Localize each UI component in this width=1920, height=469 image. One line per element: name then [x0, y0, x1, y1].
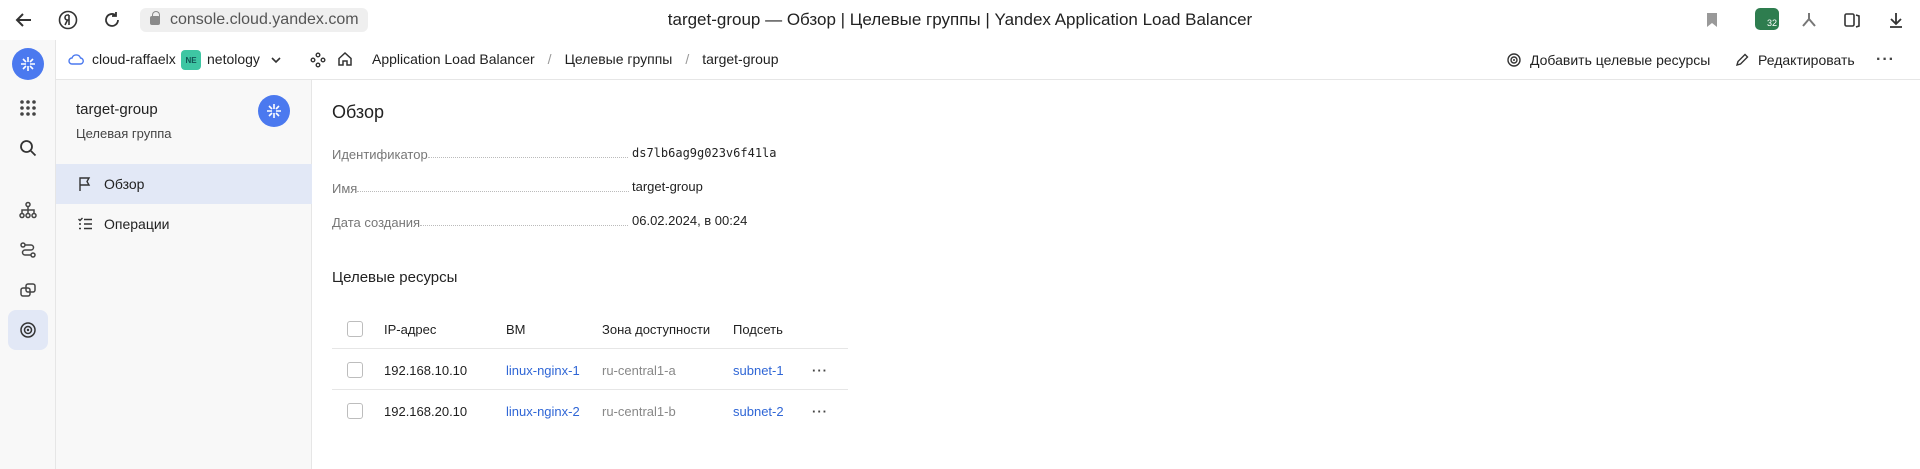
browser-toolbar: console.cloud.yandex.com target-group — …	[0, 0, 1920, 40]
folder-avatar: NE	[181, 50, 201, 70]
breadcrumb: Application Load Balancer / Целевые груп…	[372, 51, 779, 67]
field-value: 06.02.2024, в 00:24	[632, 213, 748, 228]
resource-type: Целевая группа	[76, 126, 172, 141]
routers-icon[interactable]	[8, 230, 48, 270]
bookmark-icon[interactable]	[1700, 8, 1724, 32]
field-name: Имя target-group	[332, 176, 832, 196]
list-icon	[76, 215, 94, 233]
zone-cell: ru-central1-b	[602, 403, 676, 419]
edit-button[interactable]: Редактировать	[1734, 40, 1855, 80]
breadcrumb-current: target-group	[702, 51, 779, 67]
cloud-name[interactable]: cloud-raffaelx	[92, 51, 176, 67]
column-header[interactable]: Зона доступности	[602, 309, 710, 349]
flag-icon	[76, 175, 94, 193]
field-value: ds7lb6ag9g023v6f41la	[632, 146, 777, 160]
table-row: 192.168.20.10 linux-nginx-2 ru-central1-…	[332, 391, 848, 431]
field-key: Имя	[332, 181, 358, 196]
download-icon[interactable]	[1884, 8, 1908, 32]
url-text: console.cloud.yandex.com	[170, 11, 359, 28]
more-actions-button[interactable]: ···	[1876, 40, 1895, 80]
field-id: Идентификатор ds7lb6ag9g023v6f41la	[332, 142, 832, 162]
back-icon[interactable]	[12, 8, 36, 32]
resource-sidebar: target-group Целевая группа Обзор Операц…	[56, 80, 312, 469]
table-row: 192.168.10.10 linux-nginx-1 ru-central1-…	[332, 350, 848, 390]
load-balancers-icon[interactable]	[8, 190, 48, 230]
service-icon[interactable]	[310, 52, 326, 71]
resource-title: target-group	[76, 101, 158, 118]
column-header[interactable]: Подсеть	[733, 309, 783, 349]
yandex-icon[interactable]	[56, 8, 80, 32]
page-title: Обзор	[332, 102, 384, 122]
service-logo-icon	[258, 95, 290, 127]
cloud-icon	[68, 52, 84, 69]
field-key: Дата создания	[332, 215, 421, 230]
field-key: Идентификатор	[332, 147, 428, 162]
subnet-link[interactable]: subnet-1	[733, 350, 784, 390]
sidebar-item-operations[interactable]: Операции	[56, 204, 312, 244]
column-header[interactable]: IP-адрес	[384, 309, 436, 349]
row-actions-button[interactable]: ···	[812, 391, 828, 431]
pencil-icon	[1735, 53, 1749, 67]
home-icon[interactable]	[337, 51, 353, 70]
table-header: IP-адрес ВМ Зона доступности Подсеть	[332, 309, 848, 349]
column-header[interactable]: ВМ	[506, 309, 526, 349]
yandex-cloud-logo-icon[interactable]	[12, 48, 44, 80]
target-icon	[1507, 53, 1521, 67]
vm-link[interactable]: linux-nginx-2	[506, 391, 580, 431]
address-bar[interactable]: console.cloud.yandex.com	[140, 8, 368, 32]
top-navigation: cloud-raffaelx NE netology Application L…	[56, 40, 1920, 80]
add-targets-button[interactable]: Добавить целевые ресурсы	[1506, 40, 1710, 80]
target-groups-icon[interactable]	[8, 310, 48, 350]
search-icon[interactable]	[8, 128, 48, 168]
sidebar-item-label: Обзор	[104, 176, 145, 192]
vm-link[interactable]: linux-nginx-1	[506, 350, 580, 390]
field-value: target-group	[632, 179, 703, 194]
chevron-down-icon[interactable]	[270, 53, 282, 69]
ip-cell: 192.168.20.10	[384, 403, 468, 419]
reload-icon[interactable]	[100, 8, 124, 32]
breadcrumb-item[interactable]: Целевые группы	[565, 51, 673, 67]
all-services-icon[interactable]	[8, 88, 48, 128]
extension-icon[interactable]	[1797, 8, 1821, 32]
ip-cell: 192.168.10.10	[384, 362, 468, 378]
extension-badge[interactable]: 32	[1755, 8, 1779, 30]
lock-icon	[150, 10, 160, 25]
sidebar-item-overview[interactable]: Обзор	[56, 164, 312, 204]
backend-groups-icon[interactable]	[8, 270, 48, 310]
collections-icon[interactable]	[1840, 8, 1864, 32]
zone-cell: ru-central1-a	[602, 362, 676, 378]
subnet-link[interactable]: subnet-2	[733, 391, 784, 431]
left-rail	[0, 40, 56, 469]
row-checkbox[interactable]	[347, 362, 363, 378]
field-created: Дата создания 06.02.2024, в 00:24	[332, 210, 832, 230]
row-actions-button[interactable]: ···	[812, 350, 828, 390]
breadcrumb-item[interactable]: Application Load Balancer	[372, 51, 535, 67]
select-all-checkbox[interactable]	[347, 321, 363, 337]
row-checkbox[interactable]	[347, 403, 363, 419]
section-title: Целевые ресурсы	[332, 269, 458, 286]
sidebar-item-label: Операции	[104, 216, 170, 232]
folder-name[interactable]: netology	[207, 51, 260, 67]
